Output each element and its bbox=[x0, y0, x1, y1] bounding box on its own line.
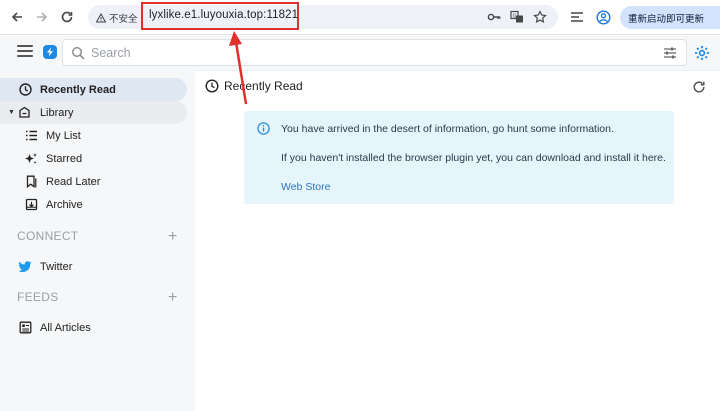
info-alert: You have arrived in the desert of inform… bbox=[244, 111, 674, 204]
page-title: Recently Read bbox=[205, 79, 303, 93]
connect-heading: CONNECT bbox=[17, 229, 79, 243]
clock-icon bbox=[18, 83, 32, 97]
main-content: Recently Read You have arrived in the de… bbox=[195, 70, 720, 411]
profile-icon[interactable] bbox=[594, 8, 612, 26]
articles-icon bbox=[18, 321, 32, 335]
sidebar-item-starred[interactable]: Starred bbox=[0, 147, 187, 170]
sidebar-item-label: Library bbox=[39, 106, 74, 119]
page-title-text: Recently Read bbox=[224, 79, 303, 93]
reload-icon[interactable] bbox=[58, 8, 76, 26]
sidebar-item-label: All Articles bbox=[40, 321, 91, 334]
refresh-icon[interactable] bbox=[692, 80, 706, 94]
sidebar-item-label: Archive bbox=[46, 198, 83, 211]
sidebar-item-label: Read Later bbox=[46, 175, 101, 188]
app-logo-icon bbox=[43, 45, 57, 59]
warning-icon bbox=[96, 13, 106, 23]
info-icon bbox=[257, 122, 270, 135]
security-indicator[interactable]: 不安全 bbox=[96, 11, 138, 25]
app-header bbox=[0, 36, 720, 70]
address-bar[interactable]: 不安全 lyxlike.e1.luyouxia.top:11821 G bbox=[88, 2, 558, 30]
forward-icon[interactable] bbox=[33, 8, 51, 26]
clock-icon bbox=[205, 79, 219, 93]
translate-icon[interactable]: G bbox=[509, 9, 525, 25]
security-label: 不安全 bbox=[109, 14, 138, 25]
sidebar-item-label: Twitter bbox=[40, 260, 73, 273]
sidebar-item-read-later[interactable]: Read Later bbox=[0, 170, 187, 193]
sidebar-item-label: My List bbox=[46, 129, 81, 142]
search-icon bbox=[71, 46, 85, 60]
web-store-link[interactable]: Web Store bbox=[281, 181, 330, 193]
library-icon bbox=[18, 106, 32, 120]
menu-icon[interactable] bbox=[17, 45, 33, 59]
search-bar[interactable] bbox=[62, 39, 687, 66]
sidebar-item-label: Recently Read bbox=[40, 83, 116, 96]
reading-list-icon[interactable] bbox=[568, 8, 586, 26]
info-message-2: If you haven't installed the browser plu… bbox=[281, 152, 666, 164]
sidebar-item-my-list[interactable]: My List bbox=[0, 124, 187, 147]
sidebar-item-all-articles[interactable]: All Articles bbox=[0, 316, 187, 339]
filter-settings-icon[interactable] bbox=[663, 46, 677, 60]
sidebar-item-label: Starred bbox=[46, 152, 83, 165]
update-button[interactable]: 重新启动即可更新 bbox=[620, 6, 720, 29]
sidebar-item-library[interactable]: ▼ Library bbox=[0, 101, 187, 124]
archive-icon bbox=[24, 198, 38, 212]
sidebar-item-archive[interactable]: Archive bbox=[0, 193, 187, 216]
url-highlight-box: lyxlike.e1.luyouxia.top:11821 bbox=[141, 2, 299, 30]
sidebar-item-recently-read[interactable]: Recently Read bbox=[0, 78, 187, 101]
twitter-icon bbox=[18, 260, 32, 274]
info-message-1: You have arrived in the desert of inform… bbox=[281, 123, 614, 135]
sidebar-item-twitter[interactable]: Twitter bbox=[0, 255, 187, 278]
add-feed-icon[interactable]: + bbox=[168, 290, 177, 306]
star-bookmark-icon[interactable] bbox=[532, 9, 548, 25]
back-icon[interactable] bbox=[8, 8, 26, 26]
sidebar: Recently Read ▼ Library My List Starred … bbox=[0, 70, 195, 411]
url-text[interactable]: lyxlike.e1.luyouxia.top:11821 bbox=[149, 9, 298, 21]
search-input[interactable] bbox=[91, 45, 651, 61]
gear-icon[interactable] bbox=[694, 45, 710, 61]
key-icon[interactable] bbox=[486, 9, 502, 25]
svg-text:G: G bbox=[513, 13, 517, 19]
feeds-heading: FEEDS bbox=[17, 290, 59, 304]
browser-toolbar: 不安全 lyxlike.e1.luyouxia.top:11821 G 重新启动… bbox=[0, 0, 720, 35]
list-icon bbox=[24, 129, 38, 143]
caret-down-icon[interactable]: ▼ bbox=[8, 109, 15, 116]
sparkle-icon bbox=[24, 152, 38, 166]
add-connect-icon[interactable]: + bbox=[168, 229, 177, 245]
bookmark-icon bbox=[24, 175, 38, 189]
